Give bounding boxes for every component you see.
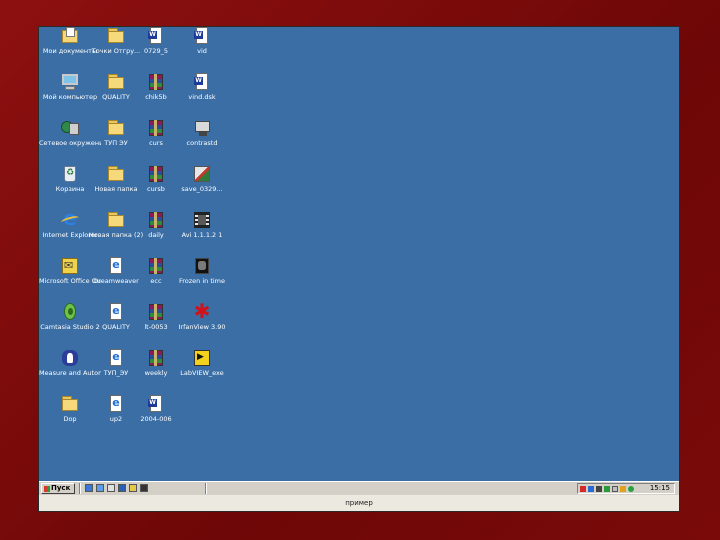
- desktop-icon-label: save_0329...: [181, 185, 223, 193]
- network-icon: [60, 119, 80, 137]
- video-icon: [192, 211, 212, 229]
- desktop-icon-label: contrastd: [186, 139, 218, 147]
- recycle-bin-icon: [60, 165, 80, 183]
- document-icon: [146, 27, 166, 45]
- desktop-icon-irfanview[interactable]: IrfanView 3.90: [171, 300, 233, 347]
- camtasia-icon: [60, 303, 80, 321]
- desktop-icon-label: LabVIEW_exe: [180, 369, 224, 377]
- clock[interactable]: 15:15: [650, 484, 670, 493]
- desktop-icon-labview[interactable]: LabVIEW_exe: [171, 349, 233, 393]
- archive-icon: [146, 211, 166, 229]
- application-icon: [192, 119, 212, 137]
- desktop-icon-label: Frozen in time: [178, 277, 226, 285]
- web-document-icon: [106, 303, 126, 321]
- console-quicklaunch-icon[interactable]: [140, 484, 148, 492]
- folder-icon: [106, 27, 126, 45]
- taskbar-separator: [79, 483, 81, 494]
- film-icon: [192, 257, 212, 275]
- web-document-icon: [106, 257, 126, 275]
- desktop-icon-document[interactable]: 2004-006: [125, 395, 187, 439]
- folder-icon: [106, 165, 126, 183]
- desktop-screen: Мои документы Мой компьютер Сетевое окру…: [38, 26, 680, 512]
- desktop-icon-label: IrfanView 3.90: [178, 323, 226, 331]
- archive-icon: [146, 303, 166, 321]
- desktop-icon-label: 2004-006: [140, 415, 172, 423]
- document-icon: [192, 73, 212, 91]
- my-documents-icon: [60, 27, 80, 45]
- folder-icon: [106, 119, 126, 137]
- desktop-icon-label: vind.dsk: [188, 93, 216, 101]
- archive-icon: [146, 119, 166, 137]
- update-tray-icon[interactable]: [604, 486, 610, 492]
- keyboard-tray-icon[interactable]: [612, 486, 618, 492]
- desktop-icon-document[interactable]: vind.dsk: [171, 73, 233, 117]
- outlook-icon: [60, 257, 80, 275]
- labview-icon: [192, 349, 212, 367]
- caption: пример: [39, 495, 679, 511]
- folder-icon: [106, 211, 126, 229]
- desktop-icon-document[interactable]: vid: [171, 27, 233, 71]
- archive-icon: [146, 165, 166, 183]
- irfanview-icon: [192, 300, 212, 322]
- antivirus-tray-icon[interactable]: [580, 486, 586, 492]
- display-tray-icon[interactable]: [620, 486, 626, 492]
- explorer-quicklaunch-icon[interactable]: [107, 484, 115, 492]
- document-icon: [192, 27, 212, 45]
- archive-icon: [146, 257, 166, 275]
- my-computer-icon: [60, 73, 80, 91]
- start-button[interactable]: Пуск: [41, 483, 75, 494]
- start-label: Пуск: [51, 484, 71, 492]
- save-quicklaunch-icon[interactable]: [118, 484, 126, 492]
- measurement-automation-icon: [60, 349, 80, 367]
- archive-icon: [146, 349, 166, 367]
- web-document-icon: [106, 395, 126, 413]
- network-tray-icon[interactable]: [588, 486, 594, 492]
- folder-icon: [60, 395, 80, 413]
- volume-tray-icon[interactable]: [596, 486, 602, 492]
- taskbar: Пуск 15:15: [39, 481, 679, 495]
- desktop-icon-label: vid: [197, 47, 207, 55]
- show-desktop-icon[interactable]: [85, 484, 93, 492]
- archive-icon: [146, 73, 166, 91]
- internet-explorer-icon: [60, 209, 80, 229]
- desktop-icon-application[interactable]: contrastd: [171, 119, 233, 163]
- web-document-icon: [106, 349, 126, 367]
- desktop-icon-photo[interactable]: save_0329...: [171, 165, 233, 209]
- internet-explorer-quicklaunch-icon[interactable]: [96, 484, 104, 492]
- windows-logo-icon: [44, 486, 50, 492]
- desktop-icon-label: Avi 1.1.1.2 1: [181, 231, 223, 239]
- photo-icon: [192, 165, 212, 183]
- document-icon: [146, 395, 166, 413]
- desktop-icon-video[interactable]: Avi 1.1.1.2 1: [171, 211, 233, 255]
- system-tray: 15:15: [577, 483, 675, 494]
- desktop-icon-film[interactable]: Frozen in time: [171, 257, 233, 301]
- status-tray-icon[interactable]: [628, 486, 634, 492]
- folder-quicklaunch-icon[interactable]: [129, 484, 137, 492]
- taskbar-separator: [205, 483, 207, 494]
- folder-icon: [106, 73, 126, 91]
